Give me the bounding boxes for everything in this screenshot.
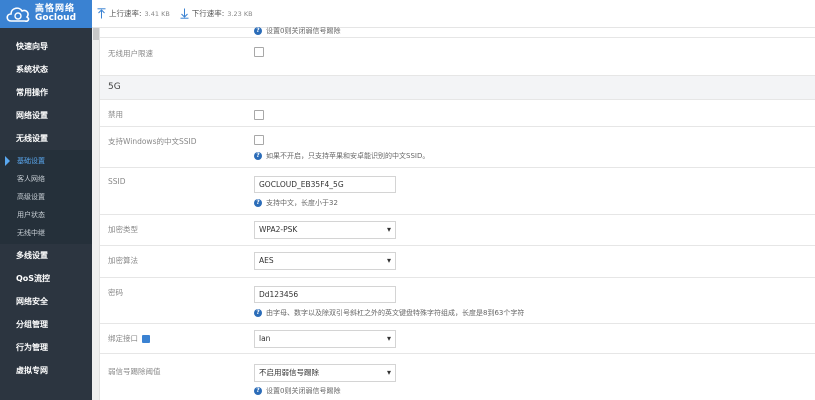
- password-label: 密码: [108, 288, 123, 297]
- password-hint: ? 由字母、数字以及除双引号斜杠之外的英文键盘特殊字符组成，长度是8到63个字符: [254, 308, 524, 318]
- ssid-input[interactable]: GOCLOUD_EB35F4_5G: [254, 176, 396, 193]
- weak-signal-kick-hint-text: 设置0则关闭弱信号踢除: [266, 387, 341, 395]
- windows-ssid-hint-text: 如果不开启，只支持苹果和安卓能识别的中文SSID。: [266, 152, 430, 160]
- arrow-down-icon: [180, 8, 189, 19]
- wireless-submenu: 基础设置 客人网络 高级设置 用户状态 无线中继: [0, 150, 92, 244]
- download-rate-label: 下行速率:: [191, 9, 225, 18]
- sidebar-menu: 快速向导 系统状态 常用操作 网络设置 无线设置 基础设置 客人网络 高级设置 …: [0, 35, 92, 382]
- top-hint: ? 设置0则关闭弱信号踢除: [254, 26, 340, 36]
- disable-5g-checkbox[interactable]: [254, 110, 264, 120]
- bind-interface-select[interactable]: lan: [254, 330, 396, 348]
- windows-ssid-checkbox[interactable]: [254, 135, 264, 145]
- weak-signal-kick-label: 弱信号踢除阈值: [108, 367, 161, 376]
- form-row-disable: 禁用: [100, 100, 815, 127]
- ssid-label: SSID: [108, 177, 126, 186]
- weak-signal-kick-select[interactable]: 不启用弱信号踢除: [254, 364, 396, 382]
- sidebar-item-system-status[interactable]: 系统状态: [0, 58, 92, 81]
- ssid-hint-text: 支持中文，长度小于32: [266, 199, 338, 207]
- logo[interactable]: 高恪网络 Gocloud: [0, 0, 92, 28]
- form-row-top-hint: ? 设置0则关闭弱信号踢除: [100, 26, 815, 38]
- sidebar-item-security[interactable]: 网络安全: [0, 290, 92, 313]
- encrypt-algo-label: 加密算法: [108, 256, 138, 265]
- submenu-item-advanced[interactable]: 高级设置: [0, 188, 92, 206]
- help-icon[interactable]: [142, 334, 150, 343]
- question-icon: ?: [254, 152, 262, 160]
- submenu-item-basic[interactable]: 基础设置: [0, 152, 92, 170]
- ssid-hint: ? 支持中文，长度小于32: [254, 198, 338, 208]
- encrypt-type-select[interactable]: WPA2-PSK: [254, 221, 396, 239]
- download-rate: 下行速率: 3.23 KB: [180, 8, 253, 19]
- encrypt-algo-select[interactable]: AES: [254, 252, 396, 270]
- password-input[interactable]: Dd123456: [254, 286, 396, 303]
- user-rate-limit-checkbox[interactable]: [254, 47, 264, 57]
- form-row-encrypt-algo: 加密算法 AES: [100, 246, 815, 278]
- scrollbar-thumb[interactable]: [93, 28, 99, 40]
- submenu-item-wireless-relay[interactable]: 无线中继: [0, 224, 92, 242]
- question-icon: ?: [254, 199, 262, 207]
- wireless-basic-settings-form: ? 设置0则关闭弱信号踢除 无线用户限速 5G 禁用 支持Windows的中文S…: [100, 26, 815, 400]
- question-icon: ?: [254, 387, 262, 395]
- password-hint-text: 由字母、数字以及除双引号斜杠之外的英文键盘特殊字符组成，长度是8到63个字符: [266, 309, 525, 317]
- top-bar: 上行速率: 3.41 KB 下行速率: 3.23 KB: [92, 0, 815, 28]
- sidebar-item-network-settings[interactable]: 网络设置: [0, 104, 92, 127]
- brand-name-en: Gocloud: [35, 13, 77, 23]
- download-rate-value: 3.23 KB: [227, 9, 253, 18]
- section-5g: 5G: [100, 76, 815, 100]
- sidebar-item-group-mgmt[interactable]: 分组管理: [0, 313, 92, 336]
- encrypt-type-label: 加密类型: [108, 225, 138, 234]
- weak-signal-kick-hint: ? 设置0则关闭弱信号踢除: [254, 386, 340, 396]
- submenu-item-user-status[interactable]: 用户状态: [0, 206, 92, 224]
- disable-label: 禁用: [108, 110, 123, 119]
- user-rate-limit-label: 无线用户限速: [108, 49, 153, 58]
- content-scrollbar[interactable]: [92, 28, 100, 400]
- top-hint-text: 设置0则关闭弱信号踢除: [266, 27, 341, 35]
- form-row-encrypt-type: 加密类型 WPA2-PSK: [100, 215, 815, 246]
- form-row-user-rate-limit: 无线用户限速: [100, 38, 815, 76]
- section-5g-title: 5G: [108, 82, 121, 92]
- form-row-bind-interface: 绑定接口 lan: [100, 324, 815, 354]
- question-icon: ?: [254, 27, 262, 35]
- sidebar-item-behavior-mgmt[interactable]: 行为管理: [0, 336, 92, 359]
- upload-rate: 上行速率: 3.41 KB: [97, 8, 170, 19]
- submenu-item-guest-network[interactable]: 客人网络: [0, 170, 92, 188]
- sidebar-item-quick-guide[interactable]: 快速向导: [0, 35, 92, 58]
- sidebar-item-common-ops[interactable]: 常用操作: [0, 81, 92, 104]
- form-row-windows-ssid: 支持Windows的中文SSID ? 如果不开启，只支持苹果和安卓能识别的中文S…: [100, 127, 815, 168]
- question-icon: ?: [254, 309, 262, 317]
- bind-interface-label-wrap: 绑定接口: [108, 333, 150, 344]
- upload-rate-label: 上行速率:: [109, 9, 142, 18]
- cloud-logo-icon: [6, 7, 30, 22]
- bind-interface-label: 绑定接口: [108, 334, 138, 343]
- upload-rate-value: 3.41 KB: [144, 9, 170, 18]
- sidebar: 高恪网络 Gocloud 快速向导 系统状态 常用操作 网络设置 无线设置 基础…: [0, 0, 92, 400]
- form-row-password: 密码 Dd123456 ? 由字母、数字以及除双引号斜杠之外的英文键盘特殊字符组…: [100, 278, 815, 324]
- sidebar-item-qos[interactable]: QoS流控: [0, 267, 92, 290]
- windows-ssid-hint: ? 如果不开启，只支持苹果和安卓能识别的中文SSID。: [254, 151, 429, 161]
- windows-ssid-label: 支持Windows的中文SSID: [108, 137, 197, 146]
- form-row-ssid: SSID GOCLOUD_EB35F4_5G ? 支持中文，长度小于32: [100, 168, 815, 215]
- sidebar-item-multi-line[interactable]: 多线设置: [0, 244, 92, 267]
- sidebar-item-vpn[interactable]: 虚拟专网: [0, 359, 92, 382]
- arrow-up-icon: [97, 8, 106, 19]
- form-row-weak-signal-kick: 弱信号踢除阈值 不启用弱信号踢除 ? 设置0则关闭弱信号踢除: [100, 354, 815, 400]
- sidebar-item-wireless-settings[interactable]: 无线设置: [0, 127, 92, 150]
